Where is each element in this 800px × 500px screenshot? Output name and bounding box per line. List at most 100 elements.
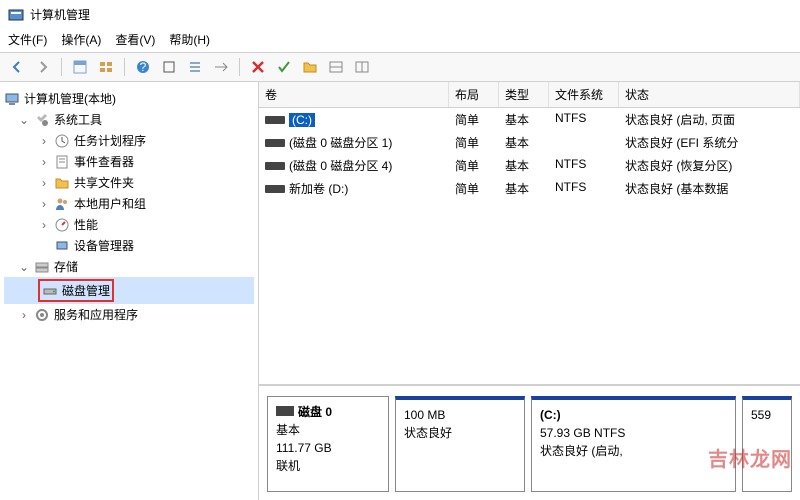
expand-icon[interactable]: › [18,308,30,322]
disk-type: 基本 [276,421,380,439]
list-button[interactable] [184,56,206,78]
folder-button[interactable] [299,56,321,78]
volume-status: 状态良好 (恢复分区) [619,156,800,175]
toolbar: ? [0,52,800,82]
part-line2: 状态良好 [404,424,516,442]
col-volume[interactable]: 卷 [259,82,449,107]
partition[interactable]: 100 MB 状态良好 [395,396,525,492]
part-line1: 57.93 GB NTFS [540,424,727,442]
volume-status: 状态良好 (启动, 页面 [619,110,800,129]
expand-icon[interactable]: › [38,155,50,169]
computer-icon [4,91,20,107]
disk-icon [42,283,58,299]
tree-label: 服务和应用程序 [54,306,138,323]
col-status[interactable]: 状态 [619,82,800,107]
disk-map: 磁盘 0 基本 111.77 GB 联机 100 MB 状态良好 (C:) 57… [259,385,800,500]
menu-file[interactable]: 文件(F) [8,31,47,48]
users-icon [54,196,70,212]
pane-button[interactable] [325,56,347,78]
partition[interactable]: 559 [742,396,792,492]
tree-disk-management[interactable]: 磁盘管理 [4,277,254,304]
expand-icon[interactable]: › [38,218,50,232]
separator [124,58,125,76]
tree-local-users[interactable]: › 本地用户和组 [4,193,254,214]
volume-fs: NTFS [549,156,619,175]
tree-label: 共享文件夹 [74,174,134,191]
tree-shared-folders[interactable]: › 共享文件夹 [4,172,254,193]
window-title: 计算机管理 [30,6,90,23]
check-button[interactable] [273,56,295,78]
main-area: 计算机管理(本地) ⌄ 系统工具 › 任务计划程序 › 事件查看器 › 共享文件… [0,82,800,500]
volume-fs: NTFS [549,110,619,129]
menu-help[interactable]: 帮助(H) [169,31,210,48]
col-layout[interactable]: 布局 [449,82,499,107]
separator [61,58,62,76]
delete-button[interactable] [247,56,269,78]
volume-icon [265,139,285,147]
action-button[interactable] [210,56,232,78]
view-button[interactable] [95,56,117,78]
menu-action[interactable]: 操作(A) [61,31,101,48]
volume-fs: NTFS [549,179,619,198]
tree-device-manager[interactable]: 设备管理器 [4,235,254,256]
volume-row[interactable]: (磁盘 0 磁盘分区 4) 简单基本NTFS状态良好 (恢复分区) [259,154,800,177]
disk-info[interactable]: 磁盘 0 基本 111.77 GB 联机 [267,396,389,492]
help-button[interactable]: ? [132,56,154,78]
storage-icon [34,259,50,275]
tree-services-apps[interactable]: › 服务和应用程序 [4,304,254,325]
app-icon [8,7,24,23]
up-button[interactable] [69,56,91,78]
tree-event-viewer[interactable]: › 事件查看器 [4,151,254,172]
back-button[interactable] [6,56,28,78]
expand-icon[interactable]: › [38,134,50,148]
tree-label: 任务计划程序 [74,132,146,149]
tree-system-tools[interactable]: ⌄ 系统工具 [4,109,254,130]
menu-view[interactable]: 查看(V) [115,31,155,48]
tree-label: 事件查看器 [74,153,134,170]
services-icon [34,307,50,323]
col-type[interactable]: 类型 [499,82,549,107]
event-icon [54,154,70,170]
tree-label: 存储 [54,258,78,275]
folder-icon [54,175,70,191]
part-line2: 状态良好 (启动, [540,442,727,460]
refresh-button[interactable] [158,56,180,78]
forward-button[interactable] [32,56,54,78]
collapse-icon[interactable]: ⌄ [18,113,30,127]
volume-row[interactable]: (磁盘 0 磁盘分区 1)简单基本状态良好 (EFI 系统分 [259,131,800,154]
volume-layout: 简单 [449,133,499,152]
tools-icon [34,112,50,128]
partition[interactable]: (C:) 57.93 GB NTFS 状态良好 (启动, [531,396,736,492]
tree-label: 设备管理器 [74,237,134,254]
volume-row[interactable]: (C:)简单基本NTFS状态良好 (启动, 页面 [259,108,800,131]
volume-type: 基本 [499,133,549,152]
col-filesystem[interactable]: 文件系统 [549,82,619,107]
tree-performance[interactable]: › 性能 [4,214,254,235]
disk-label: 磁盘 0 [298,405,332,419]
volume-layout: 简单 [449,179,499,198]
volume-name: (磁盘 0 磁盘分区 4) [289,157,392,174]
tree-root[interactable]: 计算机管理(本地) [4,88,254,109]
volume-type: 基本 [499,110,549,129]
expand-icon[interactable]: › [38,197,50,211]
volume-name: (C:) [289,113,315,127]
tree-label: 本地用户和组 [74,195,146,212]
tree-task-scheduler[interactable]: › 任务计划程序 [4,130,254,151]
volume-row[interactable]: 新加卷 (D:)简单基本NTFS状态良好 (基本数据 [259,177,800,200]
volume-status: 状态良好 (EFI 系统分 [619,133,800,152]
volume-icon [265,116,285,124]
disk-size: 111.77 GB [276,439,380,457]
volume-list: 卷 布局 类型 文件系统 状态 (C:)简单基本NTFS状态良好 (启动, 页面… [259,82,800,385]
tree-label: 系统工具 [54,111,102,128]
volume-header: 卷 布局 类型 文件系统 状态 [259,82,800,108]
part-title: (C:) [540,408,561,422]
pane2-button[interactable] [351,56,373,78]
tree-storage[interactable]: ⌄ 存储 [4,256,254,277]
volume-type: 基本 [499,156,549,175]
separator [239,58,240,76]
expand-icon[interactable]: › [38,176,50,190]
part-line1: 100 MB [404,406,516,424]
volume-layout: 简单 [449,156,499,175]
volume-type: 基本 [499,179,549,198]
collapse-icon[interactable]: ⌄ [18,260,30,274]
